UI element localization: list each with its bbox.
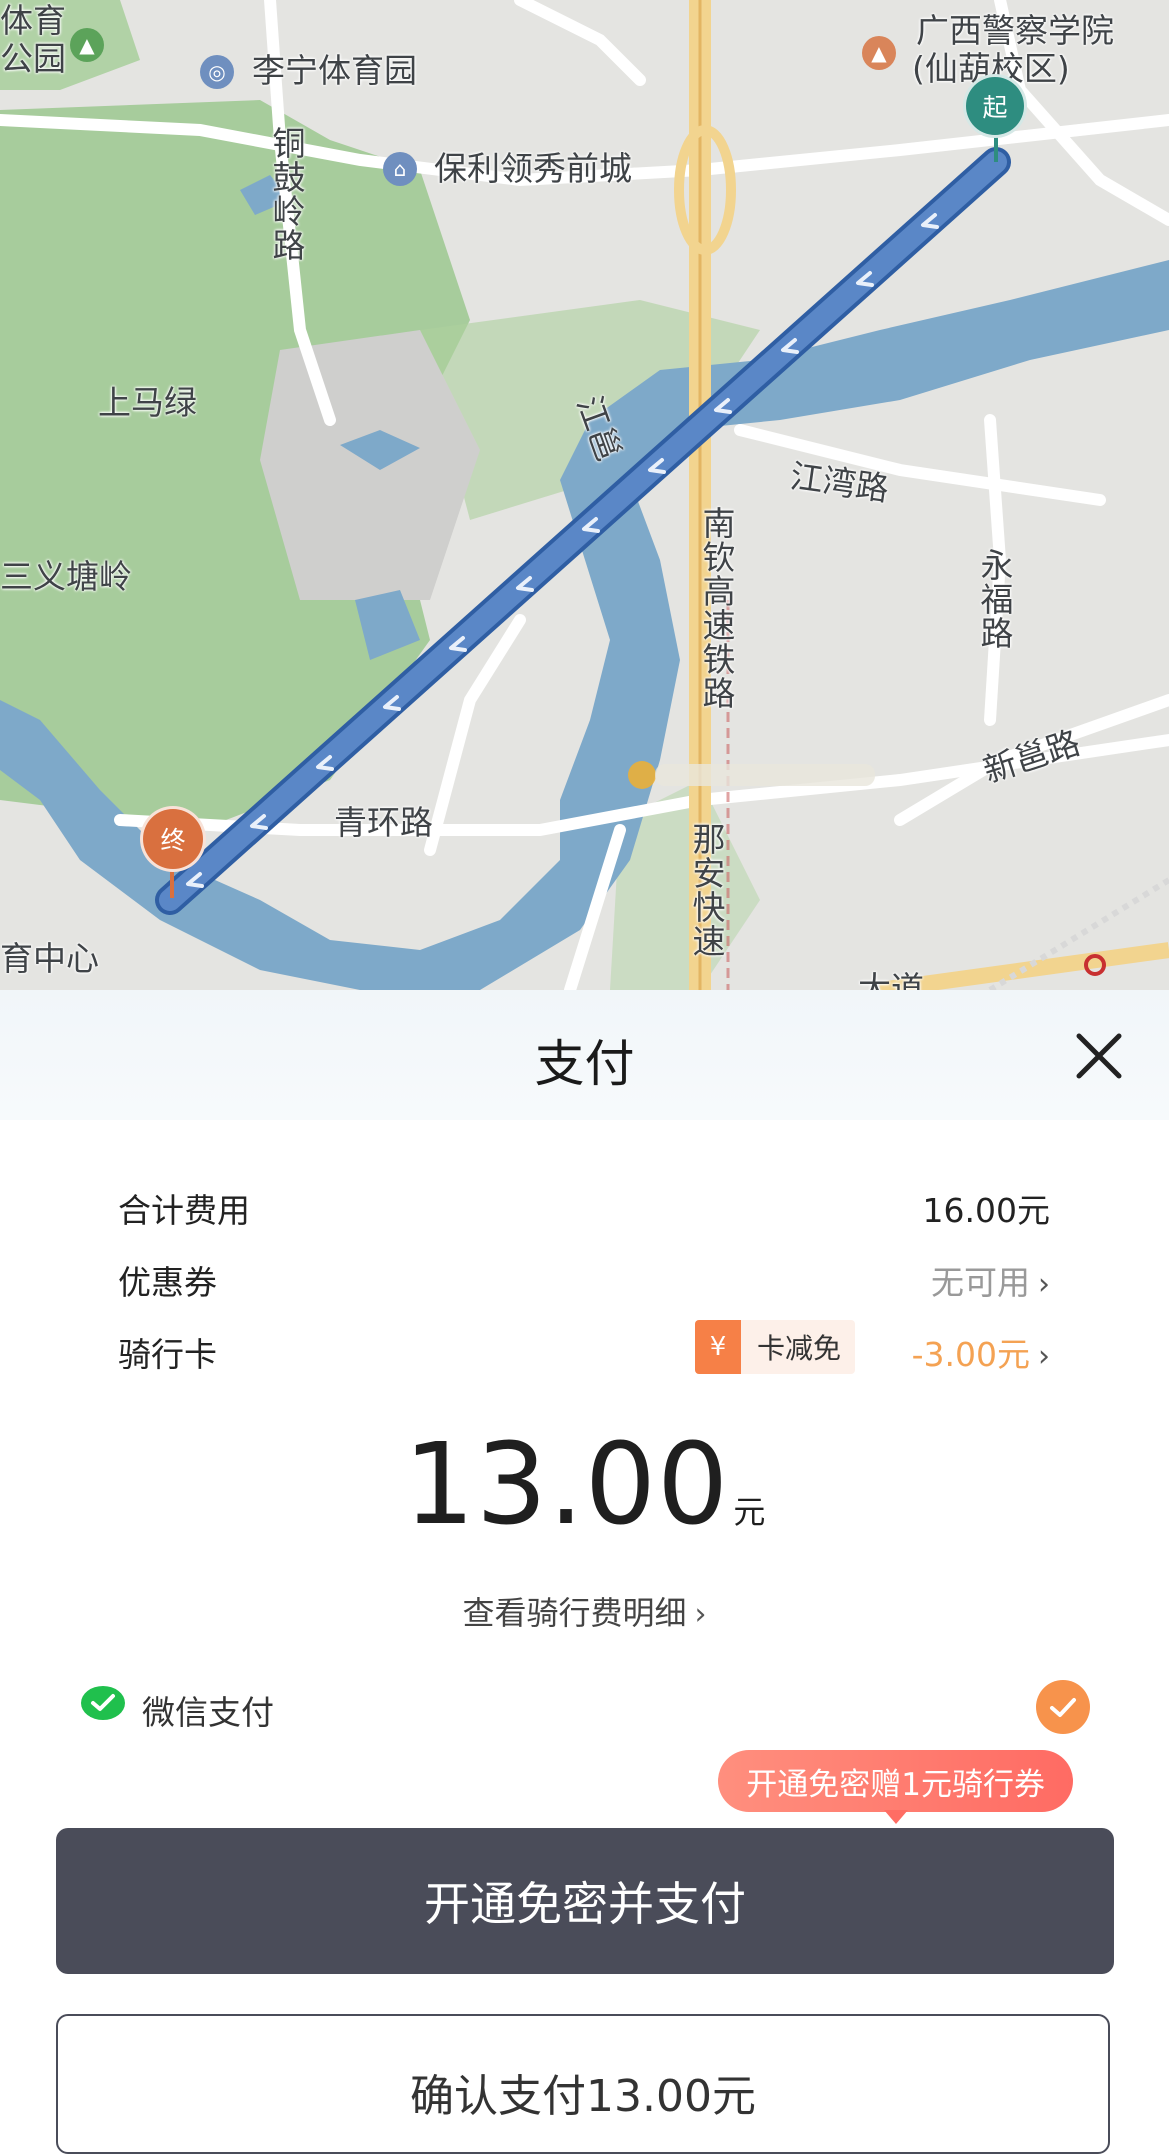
discount-amount: -3.00元: [911, 1335, 1030, 1374]
confirm-pay-button[interactable]: 确认支付13.00元: [56, 2014, 1110, 2154]
map-label: 上马绿: [98, 383, 197, 422]
park-icon: ▲: [70, 28, 104, 62]
close-icon: [1076, 1033, 1122, 1079]
map-label: 青环路: [334, 803, 433, 842]
card-tag-text: 卡减免: [756, 1332, 841, 1365]
close-button[interactable]: [1069, 1026, 1129, 1086]
chevron-right-icon: ›: [1038, 1267, 1050, 1302]
amount-unit: 元: [733, 1493, 766, 1531]
promo-bubble: 开通免密赠1元骑行券: [718, 1750, 1073, 1824]
riding-card-row[interactable]: 骑行卡 ¥ 卡减免 -3.00元 ›: [118, 1320, 1050, 1382]
map-label: 李宁体育园: [252, 51, 417, 90]
selected-check-icon[interactable]: [1036, 1680, 1090, 1734]
map-label: 保利领秀前城: [434, 149, 632, 188]
sheet-title: 支付: [534, 1035, 635, 1093]
map-label: 南钦高速铁路: [697, 506, 736, 710]
residence-icon: ⌂: [383, 152, 417, 186]
chevron-right-icon: ›: [1038, 1339, 1050, 1374]
map-label: 大道: [858, 969, 924, 990]
fee-detail-text: 查看骑行费明细: [462, 1594, 687, 1632]
coupon-label: 优惠券: [118, 1263, 217, 1302]
map-label: 公园: [0, 39, 66, 78]
start-marker[interactable]: 起: [963, 74, 1027, 138]
map-label: 铜鼓岭路: [267, 126, 306, 262]
card-discount-tag: ¥ 卡减免: [694, 1320, 855, 1374]
enable-password-free-pay-button[interactable]: 开通免密并支付: [56, 1828, 1114, 1974]
map-label: 三义塘岭: [0, 557, 132, 596]
map-label: 永福路: [975, 548, 1014, 650]
coupon-status: 无可用: [931, 1263, 1030, 1302]
map-label: 那安快速: [687, 822, 726, 958]
coupon-value: 无可用 ›: [931, 1256, 1050, 1304]
end-marker[interactable]: 终: [140, 806, 206, 872]
route-map[interactable]: ▲ ◎ ⌂ ▲ 体育 公园 李宁体育园 保利领秀前城 广西警察学院 (仙葫校区)…: [0, 0, 1169, 990]
school-icon: ▲: [862, 36, 896, 70]
card-discount-value: -3.00元 ›: [912, 1328, 1050, 1376]
wechat-pay-option[interactable]: 微信支付: [80, 1680, 1090, 1740]
map-label: 体育: [0, 1, 66, 40]
yen-icon: ¥: [694, 1320, 741, 1374]
amount-number: 13.00: [403, 1420, 730, 1550]
riding-card-label: 骑行卡: [118, 1335, 217, 1374]
total-fee-row: 合计费用 16.00元: [118, 1178, 1050, 1238]
payable-amount: 13.00 元: [0, 1420, 1169, 1550]
chevron-right-icon: ›: [694, 1597, 707, 1632]
map-label: 广西警察学院: [916, 11, 1114, 50]
fee-detail-link[interactable]: 查看骑行费明细 ›: [0, 1588, 1169, 1634]
coupon-row[interactable]: 优惠券 无可用 ›: [118, 1250, 1050, 1310]
total-fee-value: 16.00元: [922, 1191, 1050, 1230]
wechat-pay-label: 微信支付: [142, 1693, 274, 1732]
map-label: 育中心: [0, 939, 99, 978]
stadium-icon: ◎: [200, 55, 234, 89]
wechat-icon: [81, 1686, 125, 1720]
payment-sheet: 支付 合计费用 16.00元 优惠券 无可用 › 骑行卡 ¥ 卡减免 -3.00元…: [0, 990, 1169, 2154]
total-fee-label: 合计费用: [118, 1191, 250, 1230]
sheet-header: 支付: [0, 990, 1169, 1120]
